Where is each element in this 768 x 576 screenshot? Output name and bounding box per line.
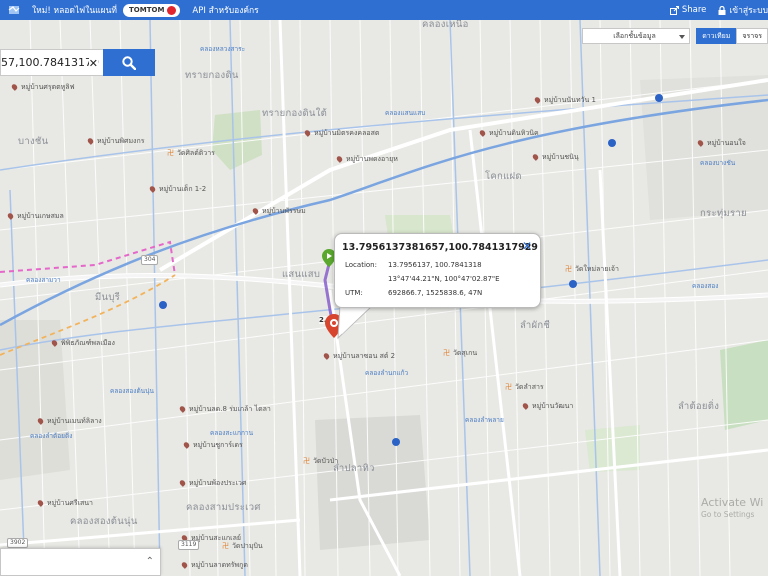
location-decimal: 13.7956137, 100.7841318 — [388, 261, 482, 269]
area-label: ลำปลาทิว — [333, 463, 375, 474]
popup-tail — [337, 306, 373, 340]
poi-label: หมู่บ้านพิศมงกร — [88, 138, 144, 145]
poi-label: หมู่บ้านเกษสมล — [8, 213, 64, 220]
area-label: ทรายกองดินใต้ — [262, 108, 328, 119]
poi-label: หมู่บ้านพัรรษม — [253, 208, 306, 215]
road-shield: 3119 — [178, 540, 200, 550]
area-label: มีนบุรี — [95, 292, 121, 303]
api-link[interactable]: API สำหรับองค์กร — [192, 3, 258, 17]
temple-label: วัดบัวป่า — [303, 458, 338, 465]
poi-label: หมู่บ้านมิตรคงคลอสต — [305, 130, 379, 137]
expand-panel-icon[interactable]: ⌃ — [146, 556, 154, 567]
location-key: Location: — [345, 261, 377, 269]
poi-label: หมู่บ้านชนินุ — [533, 154, 579, 161]
poi-label: หมู่บ้านเต็ก 1-2 — [150, 186, 206, 193]
area-label: คลองเหนือ — [422, 20, 469, 30]
map-logo-icon[interactable] — [8, 4, 20, 16]
top-navigation-bar: ใหม่! หลอดไฟในแผนที่ TOMTOM API สำหรับอง… — [0, 0, 768, 20]
temple-label: วัดปามุบิน — [222, 543, 263, 550]
popup-title: 13.7956137381657,100.7841317929 — [342, 242, 538, 253]
watermark-subtitle: Go to Settings — [701, 510, 755, 519]
poi-label: หมู่บ้านศรีเสนา — [38, 500, 93, 507]
poi-label: หมู่บ้านพดงอายุห — [337, 156, 398, 163]
poi-label: หมู่บ้านลด.8 ร่มเกล้า ไดลา — [180, 406, 271, 413]
utm-key: UTM: — [345, 289, 363, 297]
close-popup-icon[interactable]: ✕ — [522, 240, 532, 252]
area-label: บางชัน — [18, 136, 49, 147]
search-button[interactable] — [103, 49, 155, 76]
poi-label: หมู่บ้านเมนท์ลิลาง — [38, 418, 102, 425]
coordinate-popup: 13.7956137381657,100.7841317929 ✕ Locati… — [334, 233, 541, 308]
area-label: คลองสองต้นนุ่น — [70, 516, 138, 527]
login-label: เข้าสู่ระบบ — [729, 6, 768, 16]
satellite-mode-button[interactable]: ดาวเทียม — [696, 28, 737, 44]
share-icon — [669, 5, 679, 15]
canal-label: คลองหลวงสาระ — [200, 45, 246, 53]
canal-label: คลองบางชัน — [700, 159, 736, 167]
search-input[interactable]: 57,100.78413179 ✕ — [0, 49, 103, 76]
poi-label: หมู่บ้านลาซอน สต์ 2 — [324, 353, 395, 360]
area-label: ลำต้อยติ่ง — [678, 401, 720, 412]
canal-label: คลองลำต้อยติ่ง — [30, 432, 73, 440]
transit-pin-icon[interactable] — [608, 139, 616, 147]
temple-label: วัดลำสาร — [505, 384, 544, 391]
transit-pin-icon[interactable] — [569, 280, 577, 288]
share-button[interactable]: Share — [669, 5, 707, 15]
lock-icon — [718, 5, 726, 15]
temple-label: วัดใหม่ลายเจ้า — [565, 266, 619, 273]
canal-label: คลองสามวา — [26, 276, 61, 284]
area-label: กระทุ่มราย — [700, 208, 747, 219]
tomtom-badge[interactable]: TOMTOM — [123, 3, 181, 17]
poi-label: หมู่บ้านวัฒนา — [523, 403, 573, 410]
area-label: ลำผักชี — [520, 320, 551, 331]
poi-label: หมู่บ้านพ้องประเวศ — [180, 480, 246, 487]
transit-pin-icon[interactable] — [159, 301, 167, 309]
canal-label: คลองสองต้นนุ่น — [110, 387, 155, 395]
area-label: คลองสามประเวศ — [186, 502, 261, 513]
poi-label: หมู่บ้านลาดทรัพกูด — [182, 562, 248, 569]
watermark-title: Activate Wi — [701, 496, 764, 509]
canal-label: คลองแสนแสบ — [385, 109, 426, 117]
clear-search-icon[interactable]: ✕ — [88, 57, 98, 70]
share-label: Share — [681, 5, 707, 15]
poi-label: หมู่บ้านชูการ์เดร — [184, 442, 243, 449]
poi-label: หมู่บ้านดินหิวนิค — [480, 130, 539, 137]
location-dms: 13°47'44.21"N, 100°47'02.87"E — [388, 275, 500, 283]
road-shield: 304 — [141, 255, 159, 265]
layer-controls: เลือกชั้นข้อมูล ดาวเทียม จราจร — [582, 27, 768, 45]
results-panel[interactable]: ⌃ — [0, 548, 161, 576]
utm-value: 692866.7, 1525838.6, 47N — [388, 289, 483, 297]
search-bar: 57,100.78413179 ✕ — [0, 49, 155, 76]
login-button[interactable]: เข้าสู่ระบบ — [718, 3, 768, 17]
new-feature-link[interactable]: ใหม่! หลอดไฟในแผนที่ — [32, 3, 117, 17]
poi-label: หมู่บ้านอนใจ — [698, 140, 746, 147]
road-shield: 3902 — [7, 538, 29, 548]
traffic-mode-button[interactable]: จราจร — [736, 28, 768, 44]
activation-watermark: Activate Wi Go to Settings — [701, 496, 763, 519]
temple-label: วัดศิลต์ติวาร — [167, 150, 215, 157]
transit-pin-icon[interactable] — [392, 438, 400, 446]
area-label: โคกแฝด — [485, 171, 522, 182]
canal-label: คลองสะแกกาน — [210, 429, 254, 437]
search-input-value: 57,100.78413179 — [1, 56, 99, 69]
canal-label: คลองสอง — [692, 282, 719, 290]
transit-pin-icon[interactable] — [655, 94, 663, 102]
poi-label: หมู่บ้านศรุตตหูลิฟ — [12, 84, 75, 91]
temple-label: วัดสุเกน — [443, 350, 477, 357]
area-label: แสนแสบ — [282, 269, 321, 280]
poi-label: หมู่บ้านนันทวัน 1 — [535, 97, 596, 104]
canal-label: คลองลำพลาย — [465, 416, 504, 424]
tomtom-label: TOMTOM — [129, 6, 165, 14]
search-icon — [122, 55, 136, 70]
canal-label: คลองลำนกแก้ว — [365, 369, 409, 377]
area-label: ทรายกองดิน — [185, 70, 239, 81]
poi-label: พิพิธภัณฑ์พลเมือง — [52, 340, 115, 347]
layer-select[interactable]: เลือกชั้นข้อมูล — [582, 28, 691, 44]
layer-select-value: เลือกชั้นข้อมูล — [613, 31, 656, 40]
tomtom-logo-icon — [167, 5, 177, 15]
